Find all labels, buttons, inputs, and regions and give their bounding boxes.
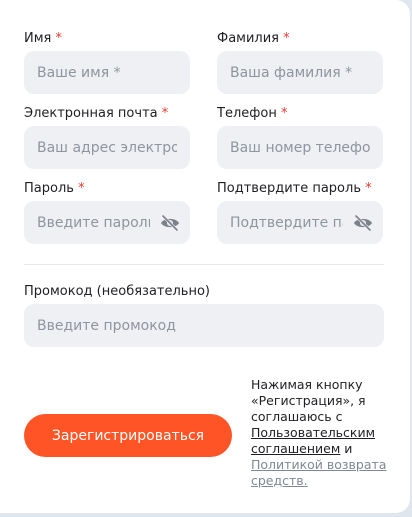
required-marker: * xyxy=(365,181,372,196)
phone-field: Телефон * xyxy=(217,106,383,169)
email-input[interactable] xyxy=(24,126,190,169)
promo-label: Промокод (необязательно) xyxy=(24,284,210,299)
password-field: Пароль * xyxy=(24,181,190,244)
last-name-field: Фамилия * xyxy=(217,31,383,94)
promo-input[interactable] xyxy=(24,304,384,347)
required-marker: * xyxy=(55,31,63,46)
refund-policy-link[interactable]: Политикой возврата средств. xyxy=(251,457,386,488)
registration-card: Имя * Фамилия * Электронная почта * Теле… xyxy=(0,0,410,513)
register-button[interactable]: Зарегистрироваться xyxy=(24,414,232,457)
eye-off-icon[interactable] xyxy=(353,214,373,232)
email-label: Электронная почта * xyxy=(24,106,169,121)
email-field: Электронная почта * xyxy=(24,106,190,169)
last-name-label: Фамилия * xyxy=(217,31,290,46)
consent-text: Нажимая кнопку «Регистрация», я соглашаю… xyxy=(251,377,401,489)
phone-label: Телефон * xyxy=(217,106,288,121)
consent-text-and: и xyxy=(344,441,353,456)
eye-off-icon[interactable] xyxy=(160,214,180,232)
form-divider xyxy=(24,264,384,265)
password-confirm-field: Подтвердите пароль * xyxy=(217,181,383,244)
last-name-input[interactable] xyxy=(217,51,383,94)
password-confirm-label: Подтвердите пароль * xyxy=(217,181,372,196)
first-name-input[interactable] xyxy=(24,51,190,94)
first-name-label: Имя * xyxy=(24,31,63,46)
consent-text-before: Нажимая кнопку «Регистрация», я соглашаю… xyxy=(251,377,366,424)
required-marker: * xyxy=(283,31,290,46)
password-label: Пароль * xyxy=(24,181,85,196)
user-agreement-link[interactable]: Пользовательским соглашением xyxy=(251,425,375,456)
required-marker: * xyxy=(78,181,85,196)
phone-input[interactable] xyxy=(217,126,383,169)
promo-field: Промокод (необязательно) xyxy=(24,284,384,347)
required-marker: * xyxy=(280,106,288,121)
first-name-field: Имя * xyxy=(24,31,190,94)
required-marker: * xyxy=(161,106,169,121)
